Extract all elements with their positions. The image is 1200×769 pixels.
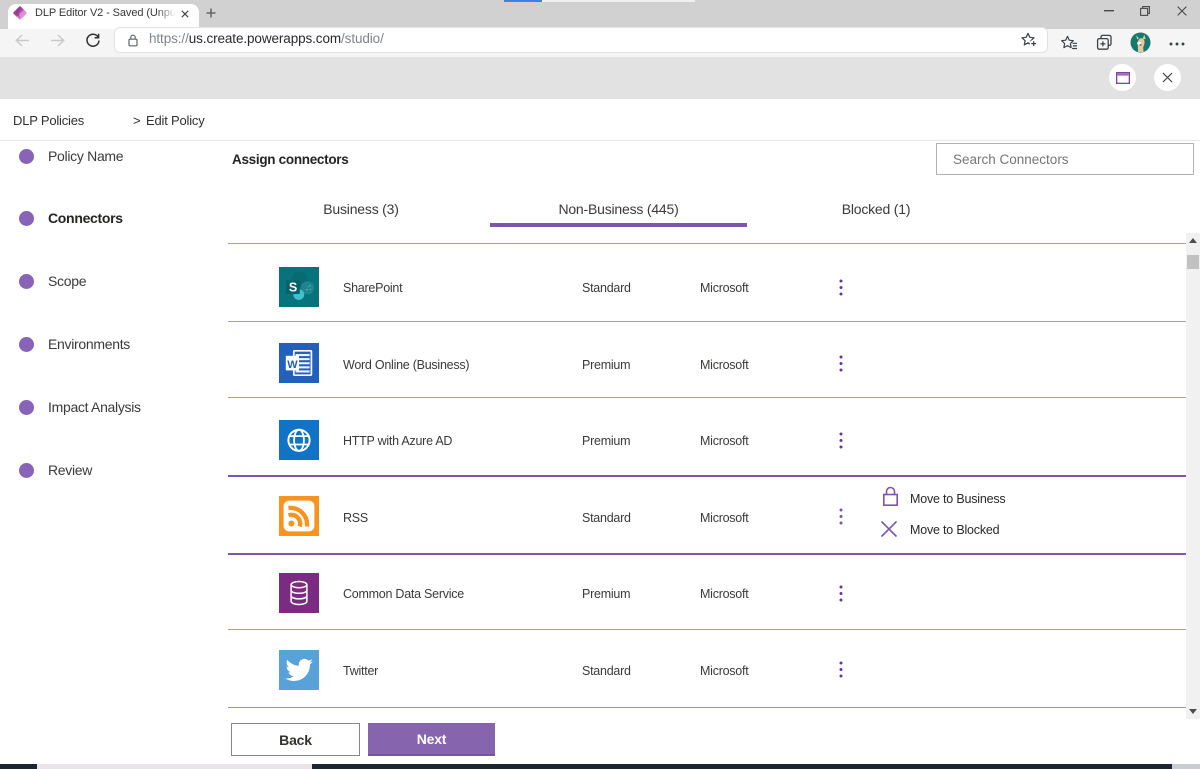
svg-text:W: W [287, 359, 298, 371]
svg-text:S: S [289, 281, 297, 295]
